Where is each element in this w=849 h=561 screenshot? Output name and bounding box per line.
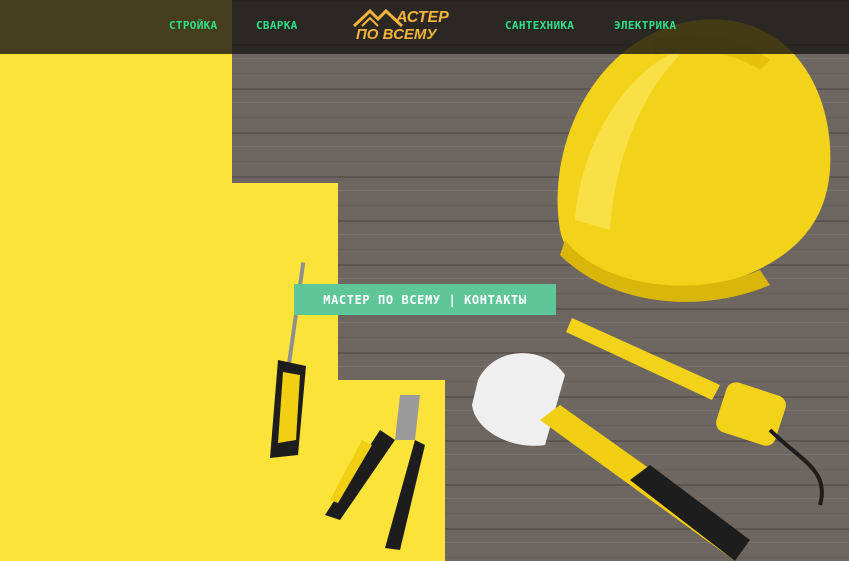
hero-background [0, 0, 849, 561]
logo-line2: ПО ВСЕМУ [356, 26, 437, 43]
nav-link-santehnika[interactable]: САНТЕХНИКА [505, 19, 574, 32]
top-navbar: СТРОЙКА СВАРКА АСТЕР ПО ВСЕМУ САНТЕХНИКА… [0, 0, 849, 54]
nav-link-elektrika[interactable]: ЭЛЕКТРИКА [614, 19, 676, 32]
contacts-button[interactable]: МАСТЕР ПО ВСЕМУ | КОНТАКТЫ [294, 284, 556, 315]
nav-link-svarka[interactable]: СВАРКА [256, 19, 298, 32]
site-logo[interactable]: АСТЕР ПО ВСЕМУ [352, 6, 456, 48]
logo-line1: АСТЕР [396, 9, 449, 26]
nav-link-stroika[interactable]: СТРОЙКА [169, 19, 217, 32]
